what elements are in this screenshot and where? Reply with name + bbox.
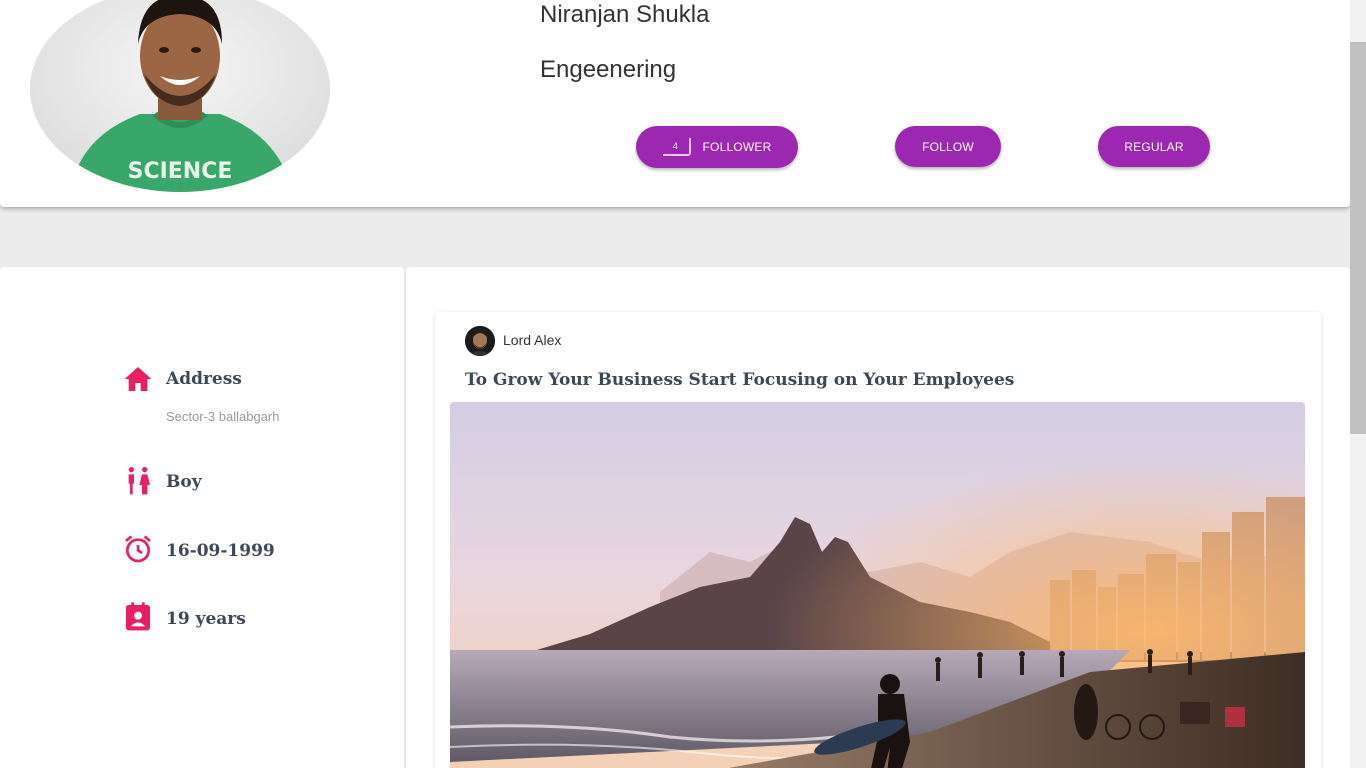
follow-button-label: FOLLOW (922, 139, 974, 154)
post-title[interactable]: To Grow Your Business Start Focusing on … (465, 370, 1014, 390)
author-name[interactable]: Lord Alex (503, 332, 561, 348)
gender-value: Boy (166, 472, 202, 492)
profile-avatar: SCIENCE (30, 0, 330, 192)
author-avatar[interactable] (465, 326, 495, 356)
follow-button[interactable]: FOLLOW (895, 126, 1001, 167)
home-icon (122, 363, 154, 395)
age-value: 19 years (166, 609, 246, 629)
regular-button-label: REGULAR (1124, 139, 1184, 154)
svg-text:SCIENCE: SCIENCE (128, 159, 233, 184)
wc-icon (122, 465, 154, 497)
post-feed-card: Lord Alex To Grow Your Business Start Fo… (406, 267, 1350, 768)
profile-info-card: Address Sector-3 ballabgarh Boy 16-09-19… (0, 267, 404, 768)
alarm-icon (122, 533, 154, 565)
regular-button[interactable]: REGULAR (1098, 126, 1210, 167)
contact-card-icon (122, 601, 154, 633)
profile-header-card: SCIENCE Niranjan Shukla Engeenering 4 FO… (0, 0, 1350, 207)
profile-name: Niranjan Shukla (540, 1, 710, 28)
post-card[interactable]: Lord Alex To Grow Your Business Start Fo… (435, 312, 1321, 768)
follower-button-label: FOLLOWER (702, 140, 772, 154)
address-label: Address (166, 369, 242, 389)
profile-page: SCIENCE Niranjan Shukla Engeenering 4 FO… (0, 0, 1366, 768)
page-scrollbar[interactable] (1350, 0, 1366, 768)
address-value: Sector-3 ballabgarh (166, 409, 280, 424)
dob-value: 16-09-1999 (166, 541, 275, 561)
follower-button[interactable]: 4 FOLLOWER (636, 126, 798, 168)
post-image[interactable] (450, 402, 1305, 768)
profile-department: Engeenering (540, 56, 677, 83)
scrollbar-thumb[interactable] (1350, 42, 1366, 434)
follower-count-badge: 4 (662, 138, 691, 156)
